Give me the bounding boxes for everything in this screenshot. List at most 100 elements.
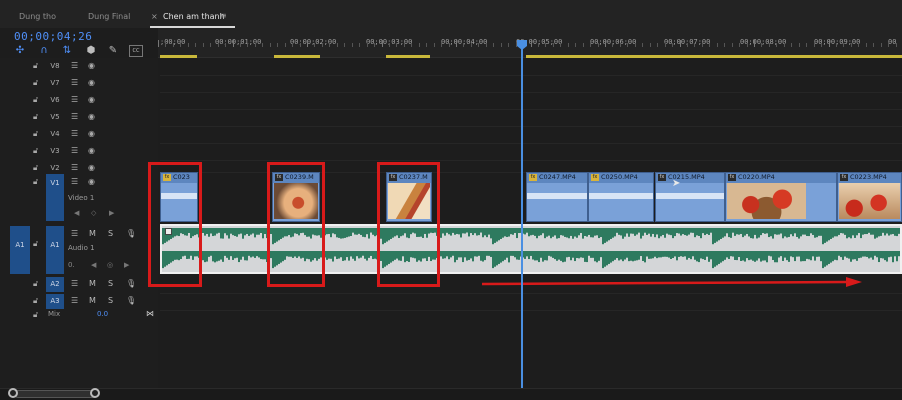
mic-icon[interactable]: 🎙︎	[126, 229, 136, 238]
track-target-v1[interactable]: V1	[46, 174, 64, 221]
solo-icon[interactable]: S	[108, 279, 113, 288]
track-target-a3[interactable]: A3	[46, 294, 64, 309]
time-ruler[interactable]: ;00;00 00;00;01;00 00;00;02;00 00;00;03;…	[158, 28, 902, 58]
lock-icon[interactable]: 🔓︎	[33, 95, 38, 105]
sync-lock-icon[interactable]: ☰	[71, 61, 78, 70]
ruler-tick	[798, 43, 800, 47]
ruler-tick	[463, 43, 465, 47]
lock-icon[interactable]: 🔓︎	[33, 146, 38, 156]
mic-icon[interactable]: 🎙︎	[126, 279, 136, 288]
sync-lock-icon[interactable]: ☰	[71, 296, 78, 305]
waveform-bar	[810, 251, 812, 261]
sync-lock-icon[interactable]: ☰	[71, 129, 78, 138]
sync-lock-icon[interactable]: ☰	[71, 177, 78, 186]
horizontal-scrollbar[interactable]	[0, 388, 902, 400]
video-clip[interactable]: C0247.MP4 fx	[526, 172, 588, 222]
lock-icon[interactable]: 🔓︎	[33, 310, 38, 320]
track-name[interactable]: V7	[49, 79, 61, 87]
lock-icon[interactable]: 🔓︎	[33, 296, 38, 306]
mute-icon[interactable]: M	[89, 296, 96, 305]
track-name[interactable]: V2	[49, 164, 61, 172]
waveform-bar	[766, 251, 768, 263]
lock-icon[interactable]: 🔓︎	[33, 112, 38, 122]
waveform-bar	[470, 251, 472, 259]
waveform-bar	[780, 228, 782, 234]
eye-icon[interactable]: ◉	[88, 61, 95, 70]
eye-icon[interactable]: ◉	[88, 129, 95, 138]
eye-icon[interactable]: ◉	[88, 78, 95, 87]
marker-icon[interactable]: ⬢	[85, 45, 97, 57]
tab-dung-final[interactable]: Dung Final	[88, 12, 130, 21]
video-clip[interactable]: C0250.MP4 fx	[588, 172, 654, 222]
track-name[interactable]: V4	[49, 130, 61, 138]
waveform-bar	[748, 251, 750, 261]
waveform-bar	[816, 228, 818, 238]
track-name[interactable]: V3	[49, 147, 61, 155]
eye-icon[interactable]: ◉	[88, 163, 95, 172]
tab-close-icon[interactable]: ×	[151, 12, 158, 21]
sync-lock-icon[interactable]: ☰	[71, 146, 78, 155]
lock-icon[interactable]: 🔓︎	[33, 177, 38, 187]
volume-knob-icon[interactable]: 0.	[68, 261, 75, 269]
lock-icon[interactable]: 🔓︎	[33, 279, 38, 289]
scroll-zoom-handle-left[interactable]	[8, 388, 18, 398]
mix-volume[interactable]: 0.0	[97, 310, 108, 318]
mix-end-icon[interactable]: ⋈	[146, 309, 154, 318]
lock-icon[interactable]: 🔓︎	[33, 61, 38, 71]
waveform-bar	[694, 251, 696, 260]
video-clip[interactable]: C0223.MP4 fx	[837, 172, 902, 222]
sync-lock-icon[interactable]: ☰	[71, 163, 78, 172]
sync-lock-icon[interactable]: ☰	[71, 279, 78, 288]
sync-lock-icon[interactable]: ☰	[71, 229, 78, 238]
eye-icon[interactable]: ◉	[88, 146, 95, 155]
source-patch-a1[interactable]: A1	[10, 226, 30, 274]
sync-lock-icon[interactable]: ☰	[71, 95, 78, 104]
waveform-bar	[888, 251, 890, 258]
track-target-a2[interactable]: A2	[46, 277, 64, 292]
keyframe-icon[interactable]: ◎	[107, 261, 113, 269]
eye-icon[interactable]: ◉	[88, 112, 95, 121]
eye-icon[interactable]: ◉	[88, 95, 95, 104]
snap-icon[interactable]: ✣	[14, 45, 26, 57]
waveform-bar	[712, 251, 714, 269]
sync-lock-icon[interactable]: ☰	[71, 78, 78, 87]
linked-selection-icon[interactable]: ∩	[38, 45, 50, 57]
next-keyframe-icon[interactable]: ▶	[109, 209, 114, 217]
scroll-zoom-handle-right[interactable]	[90, 388, 100, 398]
scrollbar-thumb[interactable]	[14, 390, 98, 398]
eye-icon[interactable]: ◉	[88, 177, 95, 186]
track-target-a1[interactable]: A1	[46, 226, 64, 274]
wrench-icon[interactable]: ✎	[107, 45, 119, 57]
track-name[interactable]: V5	[49, 113, 61, 121]
mic-icon[interactable]: 🎙︎	[126, 296, 136, 305]
video-clip[interactable]: C0215.MP4 fx	[655, 172, 725, 222]
lock-icon[interactable]: 🔓︎	[33, 239, 38, 249]
track-label[interactable]: Video 1	[68, 194, 94, 202]
keyframe-icon[interactable]: ◇	[91, 209, 96, 217]
solo-icon[interactable]: S	[108, 229, 113, 238]
playhead-timecode[interactable]: 00;00;04;26	[14, 30, 92, 43]
waveform-bar	[716, 251, 718, 266]
mute-icon[interactable]: M	[89, 279, 96, 288]
solo-icon[interactable]: S	[108, 296, 113, 305]
track-label[interactable]: Audio 1	[68, 244, 95, 252]
prev-keyframe-icon[interactable]: ◀	[74, 209, 79, 217]
tab-menu-icon[interactable]: ≡	[220, 11, 227, 20]
track-name[interactable]: V6	[49, 96, 61, 104]
playhead[interactable]	[521, 42, 523, 388]
captions-icon[interactable]: CC	[129, 45, 143, 57]
waveform-bar	[360, 228, 362, 235]
prev-keyframe-icon[interactable]: ◀	[91, 261, 96, 269]
lock-icon[interactable]: 🔓︎	[33, 78, 38, 88]
tab-chen-am-thanh[interactable]: Chen am thanh	[163, 12, 225, 21]
tab-dung-tho[interactable]: Dung tho	[19, 12, 56, 21]
next-keyframe-icon[interactable]: ▶	[124, 261, 129, 269]
waveform-bar	[564, 251, 566, 262]
mute-icon[interactable]: M	[89, 229, 96, 238]
waveform-bar	[242, 228, 244, 239]
lock-icon[interactable]: 🔓︎	[33, 129, 38, 139]
video-clip[interactable]: C0220.MP4 fx	[725, 172, 837, 222]
track-name[interactable]: V8	[49, 62, 61, 70]
add-marker-icon[interactable]: ⇅	[61, 45, 73, 57]
sync-lock-icon[interactable]: ☰	[71, 112, 78, 121]
